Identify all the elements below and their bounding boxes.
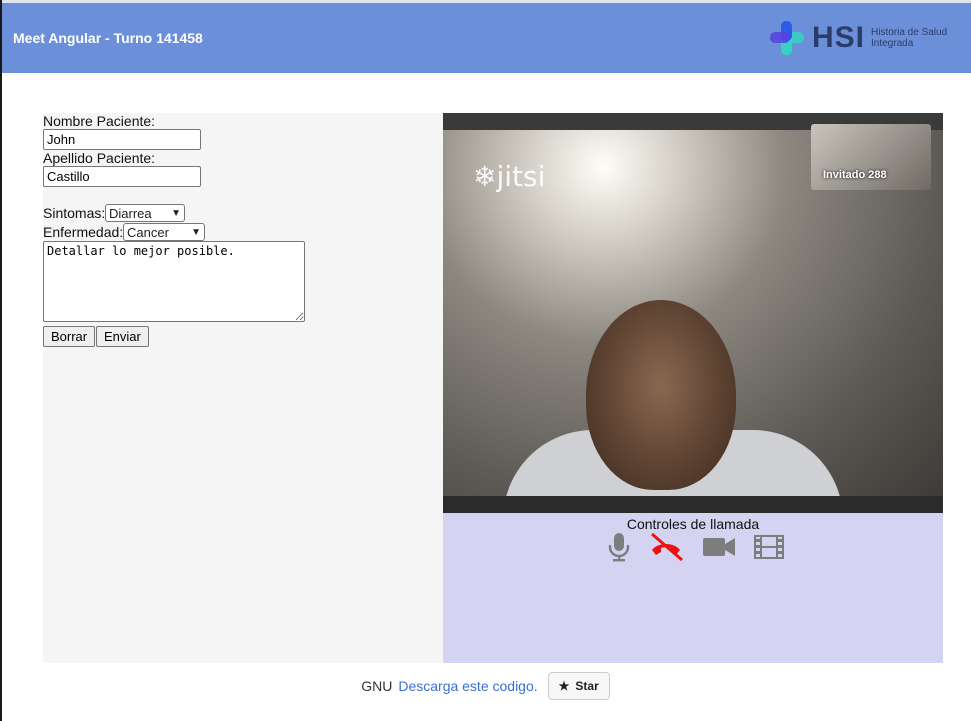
star-button[interactable]: ★ Star [547, 672, 610, 700]
chevron-down-icon: ▼ [171, 207, 181, 219]
star-label: Star [575, 679, 599, 693]
logo-text: HSI [811, 21, 865, 54]
video-call-area: ❄jitsi Invitado 288 [443, 113, 943, 513]
participant-name: Invitado 288 [823, 169, 887, 181]
jitsi-watermark: ❄jitsi [473, 160, 546, 193]
logo-subtitle: Historia de Salud Integrada [871, 27, 948, 49]
jitsi-watermark-text: jitsi [496, 160, 546, 193]
notes-textarea[interactable]: Detallar lo mejor posible. [43, 241, 305, 322]
call-controls-panel: Controles de llamada [443, 513, 943, 663]
microphone-icon[interactable] [601, 532, 637, 562]
patient-form-panel: Nombre Paciente: Apellido Paciente: Sint… [43, 113, 443, 663]
first-name-label: Nombre Paciente: [43, 113, 156, 129]
local-video-thumbnail[interactable]: Invitado 288 [811, 124, 931, 190]
app-title: Meet Angular - Turno 141458 [13, 30, 203, 46]
header-bar: Meet Angular - Turno 141458 HSI Historia… [2, 3, 971, 73]
send-button[interactable]: Enviar [96, 326, 149, 347]
symptoms-selected-value: Diarrea [109, 205, 152, 221]
call-controls-title: Controles de llamada [626, 516, 760, 532]
disease-label: Enfermedad: [43, 224, 124, 240]
hangup-phone-icon[interactable] [648, 532, 684, 562]
film-icon[interactable] [751, 532, 787, 562]
symptoms-label: Sintomas: [43, 205, 106, 221]
license-text: GNU [361, 678, 393, 694]
participant-head [586, 300, 736, 490]
last-name-input[interactable] [43, 166, 201, 187]
window-left-edge [0, 0, 2, 721]
chevron-down-icon: ▼ [191, 226, 201, 238]
disease-selected-value: Cancer [127, 224, 169, 240]
video-camera-icon[interactable] [701, 532, 737, 562]
clear-button[interactable]: Borrar [43, 326, 96, 347]
hsi-logo: HSI Historia de Salud Integrada [768, 19, 963, 57]
page-footer: GNU Descarga este codigo. ★ Star [0, 671, 971, 701]
last-name-label: Apellido Paciente: [43, 150, 156, 166]
symptoms-select[interactable]: Diarrea ▼ [105, 204, 185, 222]
star-icon: ★ [558, 679, 570, 693]
hsi-cross-icon [768, 19, 806, 57]
video-toolbar-strip [443, 496, 943, 513]
first-name-input[interactable] [43, 129, 201, 150]
download-code-link[interactable]: Descarga este codigo. [398, 678, 537, 694]
disease-select[interactable]: Cancer ▼ [123, 223, 205, 241]
